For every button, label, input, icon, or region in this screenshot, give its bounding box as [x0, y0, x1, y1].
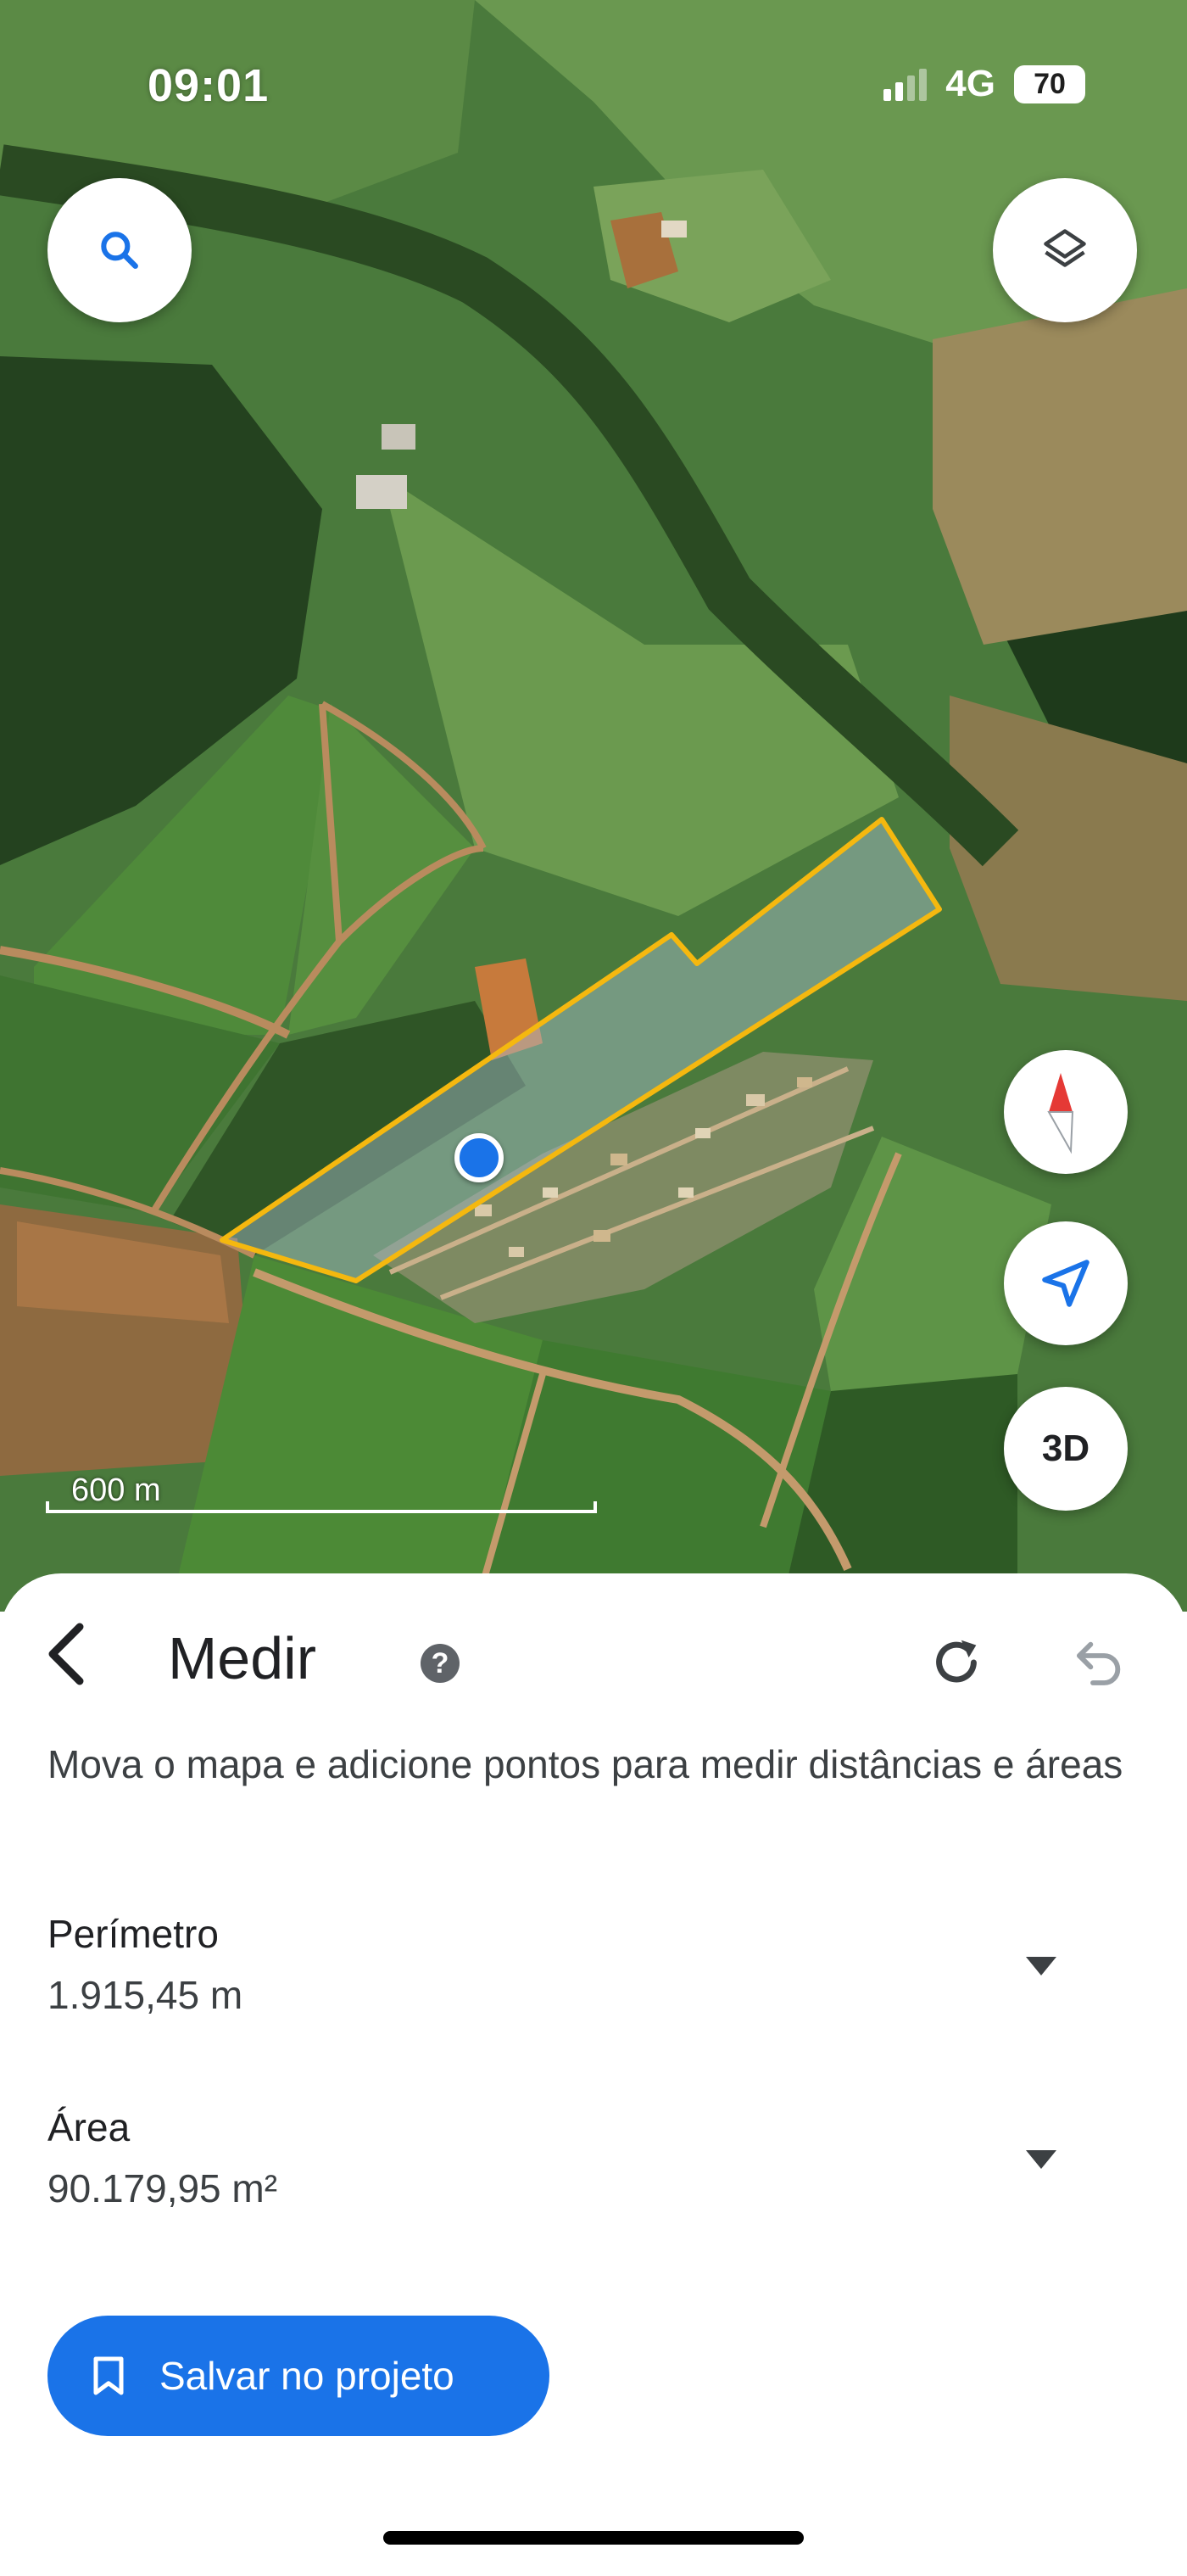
back-arrow-icon[interactable]: [42, 1620, 93, 1688]
bookmark-icon: [93, 2356, 124, 2395]
area-dropdown-icon[interactable]: [1026, 2150, 1056, 2169]
navigation-arrow-icon: [1042, 1260, 1089, 1307]
undo-icon[interactable]: [1073, 1635, 1127, 1690]
redo-icon[interactable]: [927, 1633, 986, 1692]
search-icon: [101, 232, 138, 269]
perimeter-label: Perímetro: [47, 1912, 219, 1956]
save-button-label: Salvar no projeto: [159, 2354, 454, 2398]
instruction-text: Mova o mapa e adicione pontos para medir…: [47, 1742, 1123, 1786]
scale-line: [46, 1501, 597, 1513]
current-location-marker: [454, 1133, 504, 1182]
compass-icon: [1047, 1073, 1074, 1154]
perimeter-dropdown-icon[interactable]: [1026, 1957, 1056, 1975]
perimeter-value: 1.915,45 m: [47, 1973, 243, 2017]
my-location-button[interactable]: [1004, 1221, 1128, 1345]
home-indicator[interactable]: [383, 2531, 804, 2545]
layers-button[interactable]: [993, 178, 1137, 322]
layers-icon: [1044, 229, 1086, 267]
satellite-map[interactable]: 09:01 4G 70 3D 600 m: [0, 0, 1187, 1612]
3d-label: 3D: [1041, 1428, 1090, 1469]
help-icon[interactable]: ?: [421, 1644, 460, 1683]
measure-sheet: Medir ? Mova o mapa e adicione pontos pa…: [0, 1573, 1187, 2576]
save-to-project-button[interactable]: Salvar no projeto: [47, 2316, 549, 2436]
3d-button[interactable]: 3D: [1004, 1387, 1128, 1511]
search-button[interactable]: [47, 178, 192, 322]
map-scale: 600 m: [46, 1472, 597, 1513]
compass-button[interactable]: [1004, 1050, 1128, 1174]
area-value: 90.179,95 m²: [47, 2166, 278, 2210]
status-time: 09:01: [148, 60, 270, 111]
area-label: Área: [47, 2105, 131, 2149]
network-type: 4G: [945, 63, 995, 104]
battery-indicator: 70: [1014, 64, 1085, 103]
page-title: Medir: [168, 1625, 317, 1691]
signal-icon: [883, 67, 928, 101]
status-indicators: 4G 70: [883, 63, 1085, 105]
